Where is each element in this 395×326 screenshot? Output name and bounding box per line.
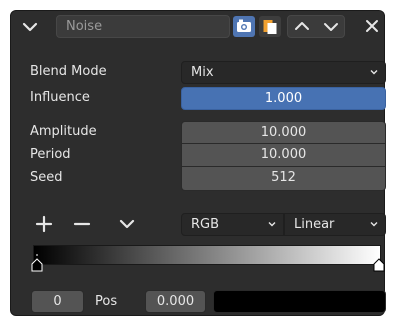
ramp-menu-chevron-icon[interactable] — [115, 212, 139, 236]
render-toggle-button[interactable] — [233, 16, 255, 37]
active-stop-index-field[interactable]: 0 — [31, 290, 84, 313]
color-stop-black[interactable] — [31, 252, 43, 272]
period-value: 10.000 — [260, 147, 307, 162]
collapse-chevron-icon[interactable] — [20, 17, 40, 37]
amplitude-field[interactable]: 10.000 — [181, 121, 386, 144]
move-down-icon — [324, 23, 338, 31]
move-modifier-buttons — [287, 15, 345, 38]
period-field[interactable]: 10.000 — [181, 144, 386, 167]
influence-label: Influence — [30, 90, 90, 105]
copy-modifier-button[interactable] — [259, 16, 281, 37]
influence-value: 1.000 — [264, 91, 303, 106]
seed-label: Seed — [30, 170, 63, 185]
seed-value: 512 — [271, 170, 296, 185]
blend-mode-dropdown[interactable]: Mix — [181, 61, 386, 84]
blend-mode-value: Mix — [191, 65, 214, 80]
interpolation-value: Linear — [294, 217, 335, 232]
move-up-button[interactable] — [288, 16, 316, 37]
period-label: Period — [30, 147, 71, 162]
chevron-down-icon — [370, 222, 378, 227]
color-stop-white[interactable] — [373, 252, 385, 272]
move-down-button[interactable] — [317, 16, 345, 37]
move-up-icon — [295, 22, 309, 30]
add-stop-icon[interactable] — [32, 212, 56, 236]
influence-slider[interactable]: 1.000 — [181, 87, 386, 110]
chevron-down-icon — [268, 222, 276, 227]
copy-icon — [263, 20, 277, 34]
stop-color-swatch[interactable] — [213, 290, 386, 313]
color-mode-value: RGB — [191, 217, 220, 232]
modifier-name-field[interactable]: Noise — [56, 15, 230, 38]
color-ramp[interactable] — [33, 245, 381, 265]
seed-field[interactable]: 512 — [181, 167, 386, 191]
amplitude-label: Amplitude — [30, 124, 97, 139]
close-icon[interactable] — [360, 14, 384, 38]
camera-icon — [237, 19, 251, 32]
chevron-down-icon — [370, 70, 378, 75]
interpolation-dropdown[interactable]: Linear — [284, 213, 386, 236]
amplitude-value: 10.000 — [260, 125, 307, 140]
pos-label: Pos — [95, 294, 118, 309]
stop-position-field[interactable]: 0.000 — [145, 290, 206, 313]
blend-mode-label: Blend Mode — [30, 64, 107, 79]
color-mode-dropdown[interactable]: RGB — [181, 213, 284, 236]
remove-stop-icon[interactable] — [70, 212, 94, 236]
